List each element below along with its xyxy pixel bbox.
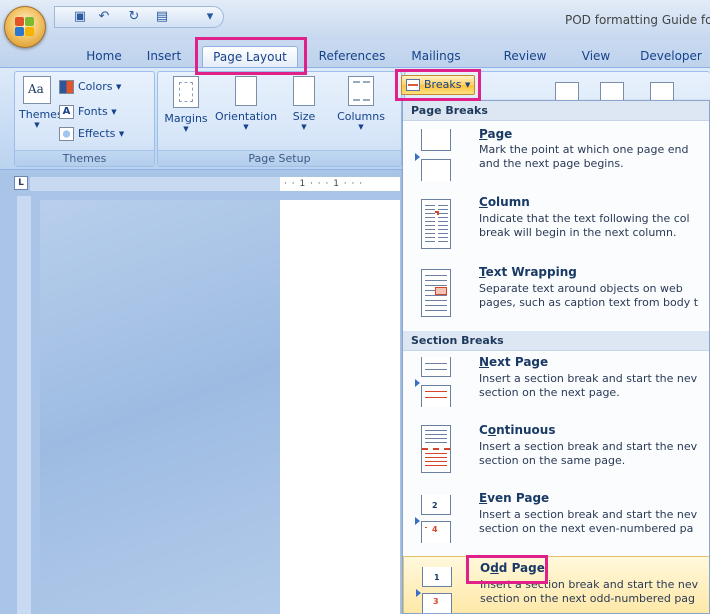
next-page-desc-line-2: section on the next page. [479,386,620,399]
window-title: POD formatting Guide fo [565,13,710,27]
menu-item-even-page[interactable]: 2 4 Even Page Insert a section break and… [403,487,709,553]
odd-page-break-icon: 1 3 [416,567,452,613]
menu-item-page[interactable]: Page Mark the point at which one page en… [403,121,709,191]
margins-button[interactable]: Margins ▼ [162,76,210,133]
columns-label: Columns [337,110,385,123]
size-icon [293,76,315,106]
size-label: Size [292,110,316,123]
menu-item-odd-page[interactable]: 1 3 Odd Page Insert a section break and … [403,556,709,613]
themes-icon: Aa [23,76,51,104]
undo-icon[interactable]: ↶ [95,9,113,25]
effects-button[interactable]: Effects ▼ [57,125,124,143]
next-page-desc-line-1: Insert a section break and start the nev [479,372,698,385]
page-desc-line-1: Mark the point at which one page end [479,143,689,156]
themes-group-label: Themes [15,150,154,166]
page-break-icon [415,129,451,181]
tab-review[interactable]: Review [496,46,554,68]
orientation-button[interactable]: Orientation ▼ [210,76,282,131]
vertical-ruler[interactable] [17,196,31,614]
continuous-desc-line-1: Insert a section break and start the nev [479,440,698,453]
office-logo-icon [15,17,35,37]
menu-item-text-wrapping[interactable]: Text Wrapping Separate text around objec… [403,261,709,331]
orientation-label: Orientation [214,110,278,123]
margins-icon [173,76,199,108]
paste-icon[interactable]: ▤ [153,9,171,25]
even-page-desc-line-1: Insert a section break and start the nev [479,508,698,521]
document-page[interactable] [280,200,400,614]
page-setup-group: Margins ▼ Orientation ▼ Size ▼ Columns ▼… [157,71,402,167]
column-break-icon [415,197,451,249]
text-wrapping-desc-line-1: Separate text around objects on web [479,282,683,295]
fonts-icon: A [59,105,74,119]
breaks-icon [406,79,420,91]
redo-icon[interactable]: ↻ [125,9,143,25]
ruler-marks: · · 1 · · · 1 · · · [284,179,364,189]
tab-insert[interactable]: Insert [140,46,188,68]
tab-view[interactable]: View [574,46,618,68]
even-page-break-icon: 2 4 [415,495,451,543]
colors-button[interactable]: Colors ▼ [57,78,121,96]
breaks-menu: Page Breaks Page Mark the point at which… [402,100,710,614]
page-breaks-header: Page Breaks [403,101,709,121]
quick-access-toolbar: ▣ ↶ ↻ ▤ ▾ [54,6,224,28]
themes-label: Themes [19,108,63,121]
ribbon-tabs: Home Insert Page Layout References Maili… [0,40,710,68]
workspace-background [40,200,280,614]
tab-page-layout[interactable]: Page Layout [202,46,298,68]
odd-page-desc-line-2: section on the next odd-numbered pag [480,592,696,605]
themes-group: Aa Themes ▼ Colors ▼ A Fonts ▼ Effects ▼… [14,71,155,167]
section-breaks-header: Section Breaks [403,331,709,351]
even-page-desc-line-2: section on the next even-numbered pa [479,522,694,535]
menu-item-next-page[interactable]: Next Page Insert a section break and sta… [403,351,709,419]
columns-button[interactable]: Columns ▼ [334,76,388,131]
colors-icon [59,80,74,94]
page-setup-group-label: Page Setup [158,150,401,166]
margins-label: Margins [164,112,208,125]
odd-page-desc-line-1: Insert a section break and start the nev [480,578,699,591]
tab-mailings[interactable]: Mailings [404,46,468,68]
menu-item-continuous[interactable]: Continuous Insert a section break and st… [403,419,709,487]
text-wrapping-break-icon [415,269,451,317]
next-page-break-icon [415,357,451,407]
office-button[interactable] [4,6,46,48]
tab-home[interactable]: Home [76,46,132,68]
save-icon[interactable]: ▣ [71,9,89,25]
continuous-break-icon [415,425,451,473]
tab-selector[interactable]: L [14,176,28,190]
breaks-button[interactable]: Breaks ▼ [401,75,475,95]
menu-item-column[interactable]: Column Indicate that the text following … [403,191,709,261]
fonts-button[interactable]: A Fonts ▼ [57,103,117,121]
orientation-icon [235,76,257,106]
themes-button[interactable]: Aa Themes ▼ [19,76,63,129]
title-bar: ▣ ↶ ↻ ▤ ▾ POD formatting Guide fo [0,0,710,48]
customize-quick-access-icon[interactable]: ▾ [201,9,219,25]
page-desc-line-2: and the next page begins. [479,157,624,170]
tab-developer[interactable]: Developer [636,46,706,68]
text-wrapping-desc-line-2: pages, such as caption text from body t [479,296,699,309]
tab-references[interactable]: References [312,46,392,68]
column-desc-line-2: break will begin in the next column. [479,226,677,239]
size-button[interactable]: Size ▼ [286,76,322,131]
effects-icon [59,127,74,141]
column-desc-line-1: Indicate that the text following the col [479,212,690,225]
columns-icon [348,76,374,106]
continuous-desc-line-2: section on the same page. [479,454,626,467]
